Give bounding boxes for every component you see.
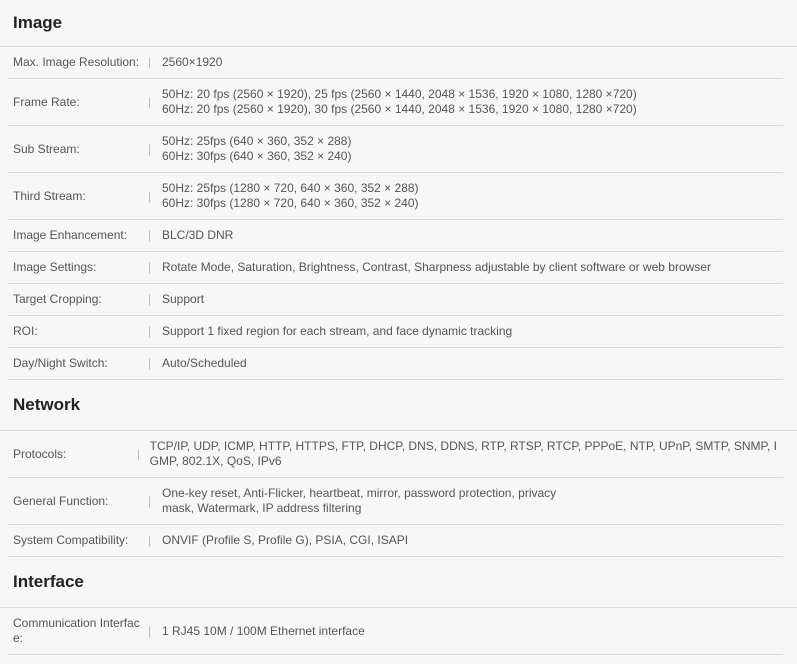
spec-value: TCP/IP, UDP, ICMP, HTTP, HTTPS, FTP, DHC… xyxy=(150,439,783,469)
separator: | xyxy=(148,292,152,306)
separator: | xyxy=(148,228,152,242)
spec-label: Sub Stream: xyxy=(13,141,80,156)
spec-label: Target Cropping: xyxy=(13,292,102,306)
separator: | xyxy=(148,141,152,156)
spec-value: 50Hz: 20 fps (2560 × 1920), 25 fps (2560… xyxy=(162,87,783,117)
spec-label-line: Communication Interfac xyxy=(13,616,140,630)
separator: | xyxy=(148,324,152,338)
spec-label: Frame Rate: xyxy=(13,94,80,109)
separator: | xyxy=(148,493,152,508)
separator: | xyxy=(148,55,152,69)
spec-value-line: One-key reset, Anti-Flicker, heartbeat, … xyxy=(162,486,557,500)
separator: | xyxy=(148,260,152,274)
separator: | xyxy=(136,446,140,461)
spec-label: Protocols: xyxy=(13,446,67,461)
spec-row-communication-interface: Communication Interfac e: | 1 RJ45 10M /… xyxy=(8,608,783,655)
spec-value-line: Rotate Mode, Saturation, Brightness, Con… xyxy=(162,260,711,274)
section-title-network: Network xyxy=(0,380,797,431)
spec-value-line: 50Hz: 25fps (1280 × 720, 640 × 360, 352 … xyxy=(162,181,419,195)
spec-value-line: 1 RJ45 10M / 100M Ethernet interface xyxy=(162,623,365,638)
spec-value: BLC/3D DNR xyxy=(162,228,783,243)
spec-value-line: 50Hz: 20 fps (2560 × 1920), 25 fps (2560… xyxy=(162,87,637,101)
spec-row-day-night-switch: Day/Night Switch: | Auto/Scheduled xyxy=(8,348,783,380)
spec-value: Support 1 fixed region for each stream, … xyxy=(162,324,783,339)
spec-value-line: Support 1 fixed region for each stream, … xyxy=(162,324,513,338)
spec-value: 2560×1920 xyxy=(162,55,783,70)
spec-page: Image Max. Image Resolution: | 2560×1920… xyxy=(0,0,797,664)
section-title-image: Image xyxy=(0,0,797,47)
spec-row-image-settings: Image Settings: | Rotate Mode, Saturatio… xyxy=(8,252,783,284)
separator: | xyxy=(148,94,152,109)
separator: | xyxy=(148,188,152,203)
spec-value: Rotate Mode, Saturation, Brightness, Con… xyxy=(162,260,783,275)
spec-value: 1 RJ45 10M / 100M Ethernet interface xyxy=(162,624,783,639)
spec-label: Day/Night Switch: xyxy=(13,356,108,370)
section-title-interface: Interface xyxy=(0,557,797,608)
spec-label: Image Settings: xyxy=(13,260,97,274)
spec-value-line: 60Hz: 20 fps (2560 × 1920), 30 fps (2560… xyxy=(162,102,637,116)
spec-row-third-stream: Third Stream: | 50Hz: 25fps (1280 × 720,… xyxy=(8,173,783,220)
separator: | xyxy=(148,356,152,370)
spec-value-line: Auto/Scheduled xyxy=(162,356,247,370)
spec-value-line: GMP, 802.1X, QoS, IPv6 xyxy=(149,454,282,468)
spec-label: System Compatibility: xyxy=(13,533,129,547)
spec-row-system-compatibility: System Compatibility: | ONVIF (Profile S… xyxy=(8,525,783,557)
spec-row-protocols: Protocols: | TCP/IP, UDP, ICMP, HTTP, HT… xyxy=(8,431,783,478)
spec-row-frame-rate: Frame Rate: | 50Hz: 20 fps (2560 × 1920)… xyxy=(8,79,783,126)
spec-value: Support xyxy=(162,292,783,307)
spec-value-line: ONVIF (Profile S, Profile G), PSIA, CGI,… xyxy=(162,533,409,547)
spec-value: 50Hz: 25fps (1280 × 720, 640 × 360, 352 … xyxy=(162,181,783,211)
spec-row-max-image-resolution: Max. Image Resolution: | 2560×1920 xyxy=(8,47,783,79)
spec-row-sub-stream: Sub Stream: | 50Hz: 25fps (640 × 360, 35… xyxy=(8,126,783,173)
spec-label: General Function: xyxy=(13,493,109,508)
spec-value: Auto/Scheduled xyxy=(162,356,783,371)
separator: | xyxy=(148,533,152,547)
spec-value-line: TCP/IP, UDP, ICMP, HTTP, HTTPS, FTP, DHC… xyxy=(149,439,777,453)
spec-row-image-enhancement: Image Enhancement: | BLC/3D DNR xyxy=(8,220,783,252)
spec-value: ONVIF (Profile S, Profile G), PSIA, CGI,… xyxy=(162,533,783,548)
spec-row-roi: ROI: | Support 1 fixed region for each s… xyxy=(8,316,783,348)
spec-value: One-key reset, Anti-Flicker, heartbeat, … xyxy=(162,486,783,516)
spec-value-line: 60Hz: 30fps (640 × 360, 352 × 240) xyxy=(162,149,352,163)
spec-value-line: BLC/3D DNR xyxy=(162,228,234,242)
spec-value: 50Hz: 25fps (640 × 360, 352 × 288) 60Hz:… xyxy=(162,134,783,164)
spec-label-line: e: xyxy=(13,631,24,645)
spec-label: Communication Interfac e: xyxy=(8,616,148,646)
separator: | xyxy=(148,623,152,638)
spec-label: Third Stream: xyxy=(13,188,86,203)
spec-value-line: 50Hz: 25fps (640 × 360, 352 × 288) xyxy=(162,134,352,148)
spec-value-line: Support xyxy=(162,292,205,306)
spec-label: Image Enhancement: xyxy=(13,228,128,242)
spec-value-line: mask, Watermark, IP address filtering xyxy=(162,501,362,515)
spec-row-general-function: General Function: | One-key reset, Anti-… xyxy=(8,478,783,525)
spec-value-line: 60Hz: 30fps (1280 × 720, 640 × 360, 352 … xyxy=(162,196,419,210)
spec-value-line: 2560×1920 xyxy=(162,55,223,69)
spec-label: ROI: xyxy=(13,324,38,338)
spec-label: Max. Image Resolution: xyxy=(13,55,140,69)
spec-row-target-cropping: Target Cropping: | Support xyxy=(8,284,783,316)
